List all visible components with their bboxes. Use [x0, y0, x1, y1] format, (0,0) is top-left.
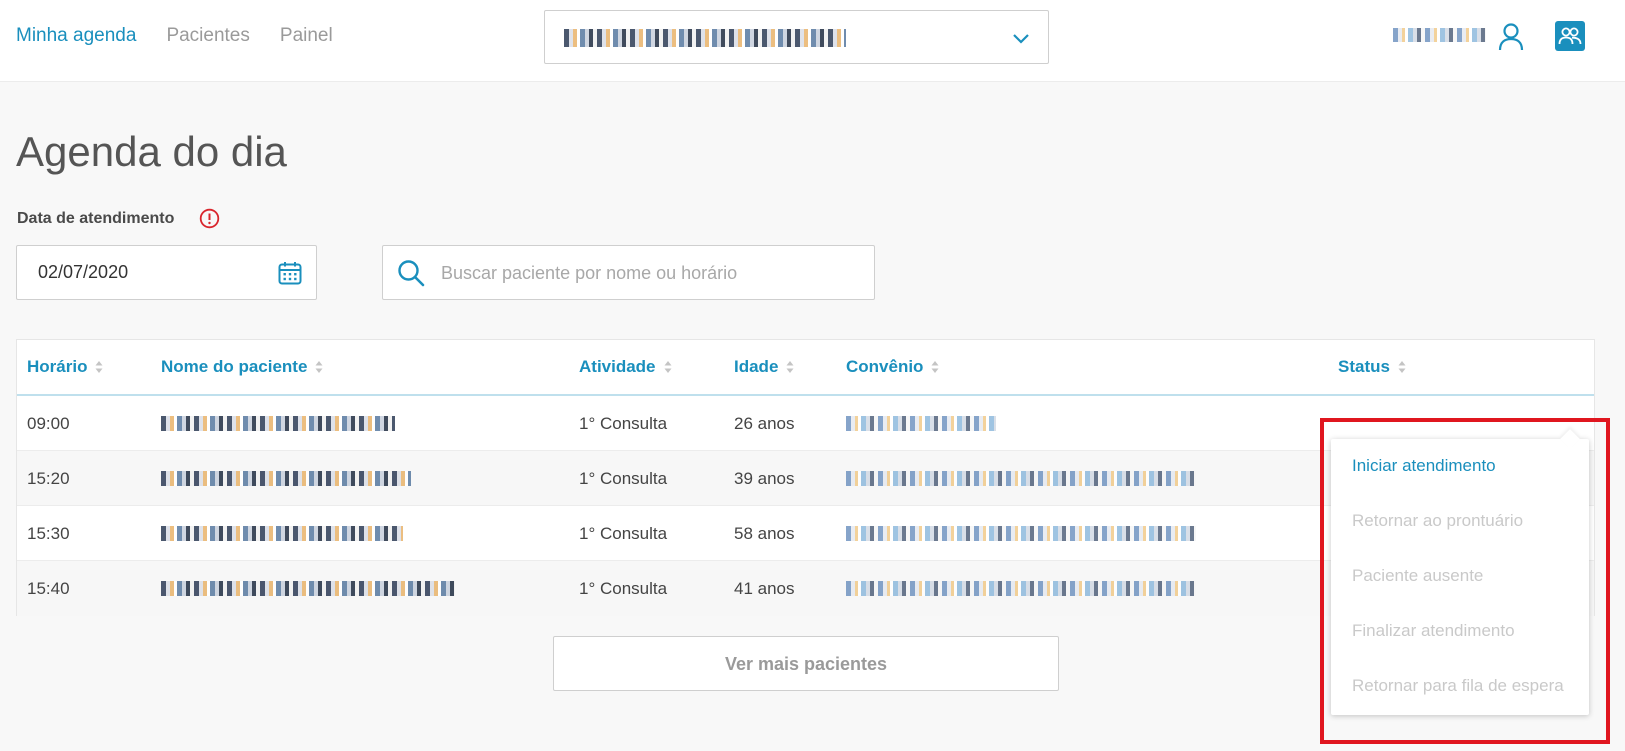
chevron-down-icon: [1013, 34, 1029, 44]
cell-age: 41 anos: [734, 579, 795, 598]
redacted-patient-name: [161, 471, 411, 486]
unit-selector[interactable]: [544, 10, 1049, 64]
table-header: Horário Nome do paciente Atividade Idade…: [17, 340, 1594, 396]
column-header-nome[interactable]: Nome do paciente: [161, 357, 323, 377]
cell-time: 15:20: [27, 469, 70, 488]
column-header-horario[interactable]: Horário: [27, 357, 103, 377]
calendar-icon[interactable]: [277, 260, 303, 286]
sort-icon: [664, 361, 672, 373]
date-label: Data de atendimento: [17, 210, 175, 227]
search-box: [382, 245, 875, 301]
nav-item-pacientes[interactable]: Pacientes: [166, 25, 249, 47]
redacted-patient-name: [161, 581, 455, 596]
search-icon: [398, 260, 425, 287]
patients-button[interactable]: [1555, 21, 1585, 51]
sort-icon: [786, 361, 794, 373]
redacted-insurance: [846, 581, 1196, 596]
date-field[interactable]: 02/07/2020: [16, 245, 317, 300]
redacted-unit-name: [564, 29, 846, 47]
highlight-box: [1320, 418, 1610, 744]
redacted-insurance: [846, 471, 1196, 486]
nav-item-painel[interactable]: Painel: [280, 25, 333, 47]
cell-time: 15:30: [27, 524, 70, 543]
column-header-status[interactable]: Status: [1338, 357, 1406, 377]
column-header-idade[interactable]: Idade: [734, 357, 794, 377]
main-nav: Minha agenda Pacientes Painel: [16, 25, 333, 47]
top-bar: Minha agenda Pacientes Painel: [0, 0, 1625, 82]
column-header-atividade[interactable]: Atividade: [579, 357, 672, 377]
search-input[interactable]: [439, 246, 863, 301]
redacted-patient-name: [161, 526, 403, 541]
alert-icon[interactable]: [199, 208, 220, 229]
redacted-insurance: [846, 526, 1196, 541]
cell-activity: 1° Consulta: [579, 469, 668, 488]
more-patients-button[interactable]: Ver mais pacientes: [553, 636, 1059, 691]
cell-time: 15:40: [27, 579, 70, 598]
sort-icon: [931, 361, 939, 373]
sort-icon: [95, 361, 103, 373]
redacted-user-name: [1393, 28, 1486, 42]
user-icon[interactable]: [1497, 22, 1525, 52]
column-header-convenio[interactable]: Convênio: [846, 357, 939, 377]
cell-age: 58 anos: [734, 524, 795, 543]
page-title: Agenda do dia: [16, 128, 287, 175]
date-value: 02/07/2020: [38, 262, 129, 282]
cell-age: 26 anos: [734, 414, 795, 433]
sort-icon: [1398, 361, 1406, 373]
sort-icon: [315, 361, 323, 373]
redacted-patient-name: [161, 416, 395, 431]
cell-activity: 1° Consulta: [579, 414, 668, 433]
cell-activity: 1° Consulta: [579, 524, 668, 543]
redacted-insurance: [846, 416, 996, 431]
nav-item-minha-agenda[interactable]: Minha agenda: [16, 25, 136, 47]
cell-time: 09:00: [27, 414, 70, 433]
cell-activity: 1° Consulta: [579, 579, 668, 598]
patients-icon: [1558, 27, 1582, 45]
cell-age: 39 anos: [734, 469, 795, 488]
